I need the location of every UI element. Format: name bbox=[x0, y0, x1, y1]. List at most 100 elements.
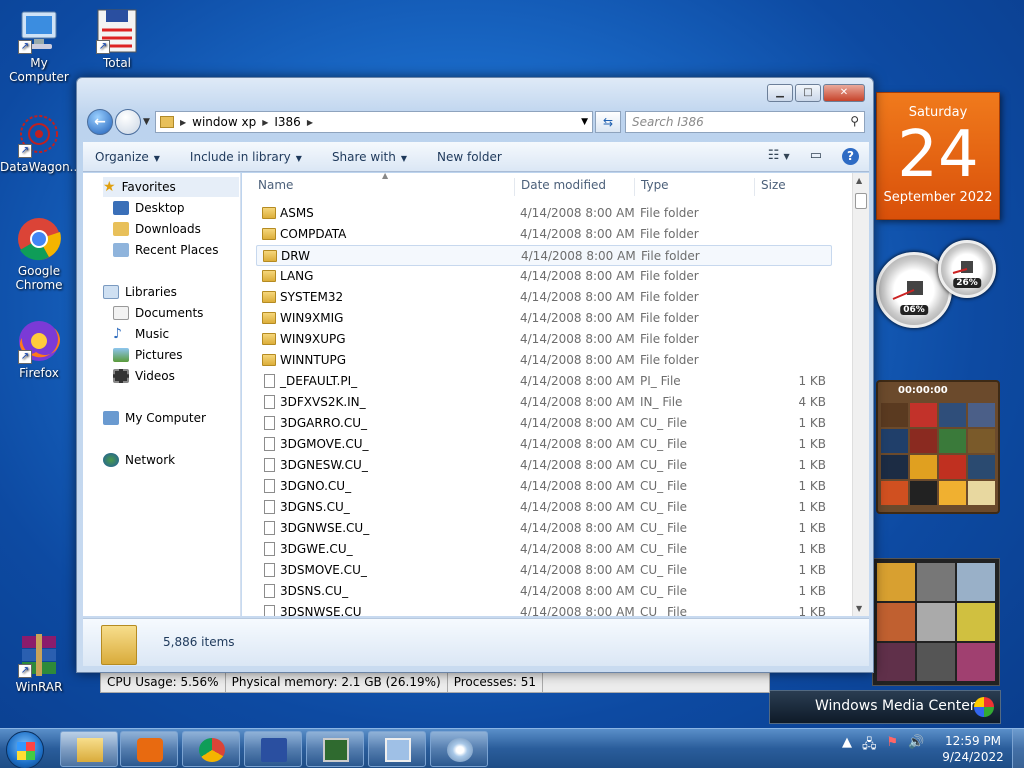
taskbar-setup-button[interactable] bbox=[430, 731, 488, 767]
desktop-icon-datawagon[interactable]: ↗ DataWagon... bbox=[0, 112, 82, 174]
file-size: 1 KB bbox=[798, 458, 826, 472]
close-button[interactable]: ✕ bbox=[823, 84, 865, 102]
scroll-up-arrow-icon[interactable]: ▲ bbox=[856, 176, 862, 185]
computer-icon bbox=[103, 411, 119, 425]
breadcrumb-arrow-icon[interactable]: ▶ bbox=[262, 118, 268, 127]
file-row[interactable]: 3DGMOVE.CU_ 4/14/2008 8:00 AM CU_ File 1 KB bbox=[256, 434, 832, 455]
file-row[interactable]: _DEFAULT.PI_ 4/14/2008 8:00 AM PI_ File 1 K… bbox=[256, 371, 832, 392]
taskbar-network-button[interactable] bbox=[368, 731, 426, 767]
share-with-button[interactable]: Share with ▼ bbox=[332, 150, 407, 164]
folder-row[interactable]: SYSTEM32 4/14/2008 8:00 AM File folder bbox=[256, 287, 832, 308]
breadcrumb-arrow-icon[interactable]: ▶ bbox=[307, 118, 313, 127]
nav-network[interactable]: Network bbox=[103, 450, 175, 470]
file-row[interactable]: 3DFXVS2K.IN_ 4/14/2008 8:00 AM IN_ File 4 K… bbox=[256, 392, 832, 413]
cpu-meter-gadget[interactable]: 06% 26% bbox=[876, 240, 1000, 332]
breadcrumb-arrow-icon[interactable]: ▶ bbox=[180, 118, 186, 127]
nav-favorites[interactable]: ★ Favorites bbox=[103, 177, 239, 197]
folder-row[interactable]: DRW 4/14/2008 8:00 AM File folder bbox=[256, 245, 832, 266]
desktop-icon bbox=[113, 201, 129, 215]
search-icon[interactable]: ⚲ bbox=[850, 114, 859, 128]
nav-my-computer[interactable]: My Computer bbox=[103, 408, 206, 428]
folder-row[interactable]: WIN9XMIG 4/14/2008 8:00 AM File folder bbox=[256, 308, 832, 329]
file-list[interactable]: Name Date modified Type Size ▲ ASMS 4/14/… bbox=[242, 173, 869, 616]
folder-row[interactable]: WINNTUPG 4/14/2008 8:00 AM File folder bbox=[256, 350, 832, 371]
breadcrumb-window-xp[interactable]: window xp bbox=[192, 115, 256, 129]
file-name: SYSTEM32 bbox=[280, 290, 344, 304]
file-row[interactable]: 3DGNO.CU_ 4/14/2008 8:00 AM CU_ File 1 KB bbox=[256, 476, 832, 497]
file-row[interactable]: 3DSNWSE.CU_ 4/14/2008 8:00 AM CU_ File 1 KB bbox=[256, 602, 832, 616]
volume-icon[interactable]: 🔊 bbox=[908, 735, 924, 757]
action-center-icon[interactable]: ⚑ bbox=[887, 735, 899, 757]
view-options-icon[interactable]: ☷ ▼ bbox=[768, 148, 790, 165]
nav-documents[interactable]: Documents bbox=[113, 303, 203, 323]
maximize-button[interactable]: □ bbox=[795, 84, 821, 102]
desktop-icon-my-computer[interactable]: ↗ My Computer bbox=[0, 8, 78, 84]
setup-disc-icon bbox=[447, 738, 473, 762]
puzzle-grid[interactable] bbox=[878, 400, 998, 508]
windows-media-center-gadget[interactable]: Windows Media Center bbox=[769, 690, 1001, 724]
search-input[interactable]: Search I386 ⚲ bbox=[625, 111, 865, 133]
folder-row[interactable]: WIN9XUPG 4/14/2008 8:00 AM File folder bbox=[256, 329, 832, 350]
file-size: 4 KB bbox=[798, 395, 826, 409]
forward-button[interactable] bbox=[115, 109, 141, 135]
show-hidden-icons-icon[interactable]: ▲ bbox=[842, 735, 852, 757]
column-size[interactable]: Size bbox=[754, 178, 786, 196]
nav-recent-places[interactable]: Recent Places bbox=[113, 240, 218, 260]
column-type[interactable]: Type bbox=[634, 178, 669, 196]
desktop-icon-total[interactable]: ↗ Total bbox=[78, 8, 156, 70]
nav-libraries[interactable]: Libraries bbox=[103, 282, 177, 302]
folder-row[interactable]: LANG 4/14/2008 8:00 AM File folder bbox=[256, 266, 832, 287]
desktop-icon-label: DataWagon... bbox=[0, 160, 82, 174]
file-row[interactable]: 3DGARRO.CU_ 4/14/2008 8:00 AM CU_ File 1 KB bbox=[256, 413, 832, 434]
column-name[interactable]: Name bbox=[252, 178, 293, 196]
nav-downloads[interactable]: Downloads bbox=[113, 219, 201, 239]
address-bar[interactable]: ▶ window xp ▶ I386 ▶ ▼ bbox=[155, 111, 593, 133]
show-desktop-button[interactable] bbox=[1012, 729, 1024, 768]
address-dropdown-icon[interactable]: ▼ bbox=[581, 117, 588, 127]
new-folder-button[interactable]: New folder bbox=[437, 150, 502, 164]
file-row[interactable]: 3DGNWSE.CU_ 4/14/2008 8:00 AM CU_ File 1 KB bbox=[256, 518, 832, 539]
file-row[interactable]: 3DGNS.CU_ 4/14/2008 8:00 AM CU_ File 1 KB bbox=[256, 497, 832, 518]
breadcrumb-i386[interactable]: I386 bbox=[274, 115, 300, 129]
preview-pane-icon[interactable]: ▭ bbox=[810, 148, 822, 165]
folder-row[interactable]: ASMS 4/14/2008 8:00 AM File folder bbox=[256, 203, 832, 224]
file-row[interactable]: 3DGWE.CU_ 4/14/2008 8:00 AM CU_ File 1 KB bbox=[256, 539, 832, 560]
scroll-down-arrow-icon[interactable]: ▼ bbox=[856, 604, 862, 613]
file-row[interactable]: 3DSNS.CU_ 4/14/2008 8:00 AM CU_ File 1 KB bbox=[256, 581, 832, 602]
organize-button[interactable]: Organize ▼ bbox=[95, 150, 160, 164]
desktop-icon-chrome[interactable]: Google Chrome bbox=[0, 216, 78, 292]
vertical-scrollbar[interactable]: ▲ ▼ bbox=[852, 173, 869, 616]
minimize-button[interactable]: ▁ bbox=[767, 84, 793, 102]
desktop-icon-firefox[interactable]: ↗ Firefox bbox=[0, 318, 78, 380]
help-icon[interactable]: ? bbox=[842, 148, 859, 165]
taskbar-media-player-button[interactable] bbox=[120, 731, 178, 767]
taskbar-explorer-button[interactable] bbox=[60, 731, 118, 767]
scrollbar-thumb[interactable] bbox=[855, 193, 867, 209]
nav-pictures[interactable]: Pictures bbox=[113, 345, 183, 365]
nav-desktop[interactable]: Desktop bbox=[113, 198, 185, 218]
nav-music[interactable]: ♪ Music bbox=[113, 324, 169, 344]
file-icon bbox=[264, 584, 275, 598]
nav-videos[interactable]: Videos bbox=[113, 366, 175, 386]
taskbar-task-manager-button[interactable] bbox=[306, 731, 364, 767]
start-button[interactable] bbox=[6, 731, 44, 768]
recent-pages-dropdown[interactable]: ▼ bbox=[143, 117, 150, 127]
include-in-library-button[interactable]: Include in library ▼ bbox=[190, 150, 302, 164]
desktop-icon-winrar[interactable]: ↗ WinRAR bbox=[0, 632, 78, 694]
file-type: File folder bbox=[640, 269, 699, 283]
taskbar-clock[interactable]: 12:59 PM 9/24/2022 bbox=[940, 733, 1006, 765]
taskbar-total-button[interactable] bbox=[244, 731, 302, 767]
picture-puzzle-gadget[interactable]: 00:00:00 bbox=[876, 380, 1000, 514]
folder-row[interactable]: COMPDATA 4/14/2008 8:00 AM File folder bbox=[256, 224, 832, 245]
refresh-button[interactable]: ⇆ bbox=[595, 111, 621, 133]
back-button[interactable]: ← bbox=[87, 109, 113, 135]
file-row[interactable]: 3DSMOVE.CU_ 4/14/2008 8:00 AM CU_ File 1 KB bbox=[256, 560, 832, 581]
file-row[interactable]: 3DGNESW.CU_ 4/14/2008 8:00 AM CU_ File 1 KB bbox=[256, 455, 832, 476]
calendar-gadget[interactable]: Saturday 24 September 2022 bbox=[876, 92, 1000, 220]
column-date-modified[interactable]: Date modified bbox=[514, 178, 606, 196]
folder-icon bbox=[160, 116, 174, 128]
media-gadget[interactable] bbox=[872, 558, 1000, 686]
taskbar-chrome-button[interactable] bbox=[182, 731, 240, 767]
explorer-window[interactable]: ▁ □ ✕ ← ▼ ▶ window xp ▶ I386 ▶ ▼ ⇆ Searc… bbox=[76, 77, 874, 673]
network-tray-icon[interactable]: 🖧 bbox=[862, 735, 877, 757]
